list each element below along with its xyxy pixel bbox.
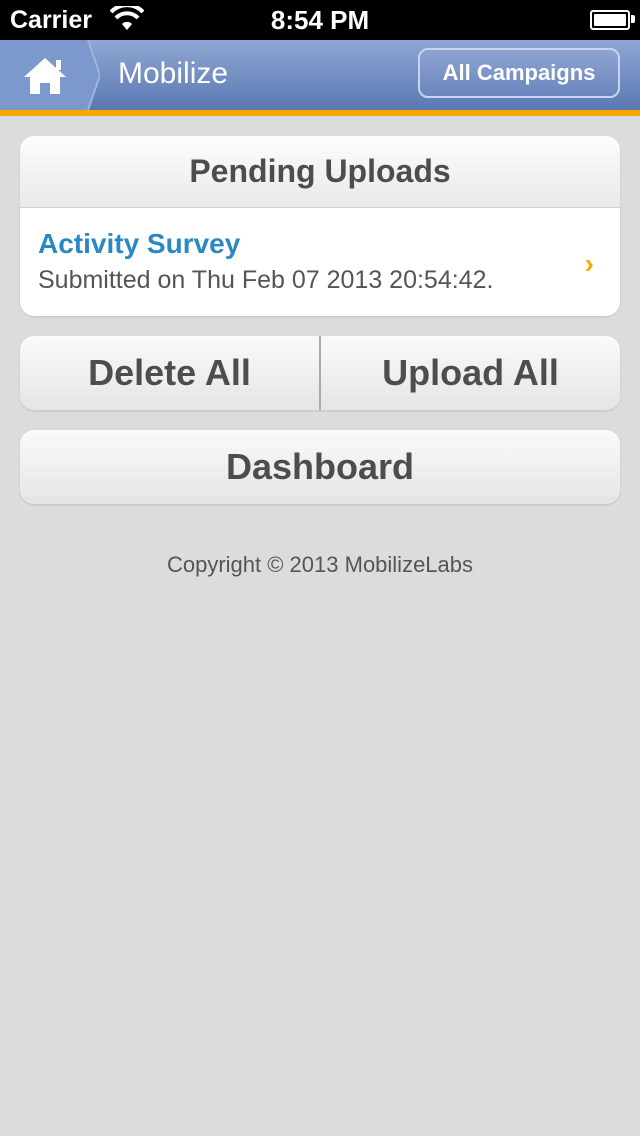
battery-icon	[590, 10, 630, 30]
item-title: Activity Survey	[38, 228, 241, 259]
delete-all-button[interactable]: Delete All	[20, 336, 319, 410]
battery-tip	[631, 15, 635, 23]
nav-title: Mobilize	[118, 57, 229, 90]
home-button[interactable]	[0, 39, 102, 111]
pending-uploads-card: Pending Uploads Activity Survey Submitte…	[20, 136, 620, 316]
bulk-actions: Delete All Upload All	[20, 336, 620, 410]
nav-bar: Mobilize All Campaigns	[0, 39, 640, 116]
status-bar: Carrier 8:54 PM	[0, 0, 640, 40]
home-icon	[0, 39, 102, 111]
dashboard-button[interactable]: Dashboard	[20, 430, 620, 504]
item-subtitle: Submitted on Thu Feb 07 2013 20:54:42.	[38, 266, 494, 294]
copyright-text: Copyright © 2013 MobilizeLabs	[166, 552, 474, 577]
list-item[interactable]: Activity Survey Submitted on Thu Feb 07 …	[20, 208, 620, 316]
pending-uploads-header: Pending Uploads	[20, 136, 620, 208]
all-campaigns-button[interactable]: All Campaigns	[418, 48, 620, 98]
chevron-right-icon: ›	[584, 248, 594, 279]
status-time: 8:54 PM	[270, 5, 370, 35]
upload-all-button[interactable]: Upload All	[321, 336, 620, 410]
